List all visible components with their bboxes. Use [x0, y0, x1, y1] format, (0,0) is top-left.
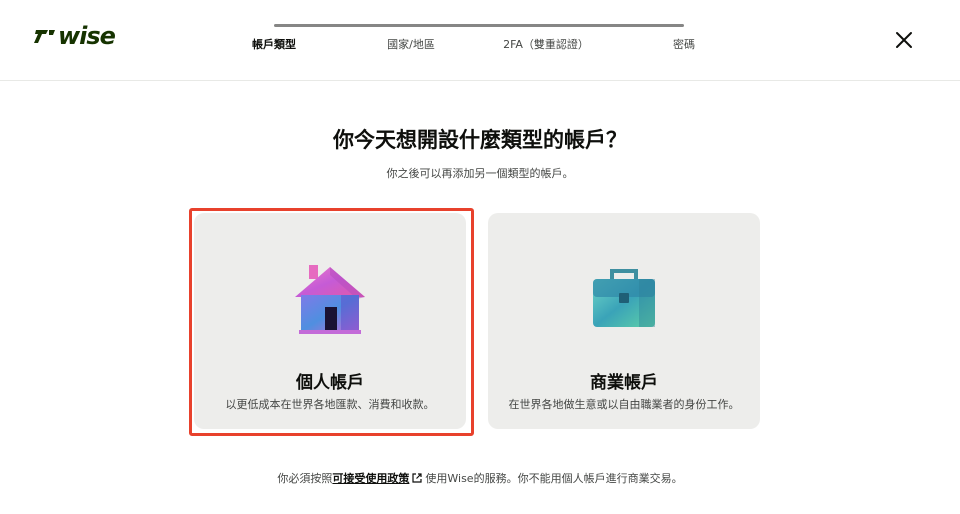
footer-suffix: 使用Wise的服務。你不能用個人帳戶進行商業交易。 [425, 472, 683, 485]
house-illustration [295, 265, 365, 334]
close-button[interactable] [892, 28, 916, 52]
step-2fa: 2FA（雙重認證） [503, 38, 589, 51]
personal-card-title: 個人帳戶 [296, 373, 364, 393]
footer-prefix: 你必須按照 [277, 472, 333, 485]
business-account-card[interactable]: 商業帳戶 在世界各地做生意或以自由職業者的身份工作。 [488, 213, 760, 429]
acceptable-use-policy-link[interactable]: 可接受使用政策 [332, 472, 409, 485]
footer-policy-notice: 你必須按照可接受使用政策 使用Wise的服務。你不能用個人帳戶進行商業交易。 [0, 470, 960, 486]
step-country: 國家/地區 [387, 38, 435, 51]
step-account-type: 帳戶類型 [252, 38, 296, 51]
step-password: 密碼 [673, 38, 695, 51]
external-link-icon [412, 473, 422, 483]
progress-bar [274, 24, 684, 27]
business-card-title: 商業帳戶 [590, 373, 658, 393]
business-card-description: 在世界各地做生意或以自由職業者的身份工作。 [508, 398, 740, 411]
page-title: 你今天想開設什麼類型的帳戶？ [333, 128, 627, 152]
close-icon [896, 32, 912, 48]
personal-account-card[interactable]: 個人帳戶 以更低成本在世界各地匯款、消費和收款。 [194, 213, 466, 429]
top-header: wise 帳戶類型 國家/地區 2FA（雙重認證） 密碼 [0, 0, 960, 81]
briefcase-illustration [593, 269, 655, 327]
progress-steps: 帳戶類型 國家/地區 2FA（雙重認證） 密碼 [0, 36, 960, 56]
personal-card-description: 以更低成本在世界各地匯款、消費和收款。 [225, 398, 435, 411]
page-subtitle: 你之後可以再添加另一個類型的帳戶。 [386, 167, 574, 180]
